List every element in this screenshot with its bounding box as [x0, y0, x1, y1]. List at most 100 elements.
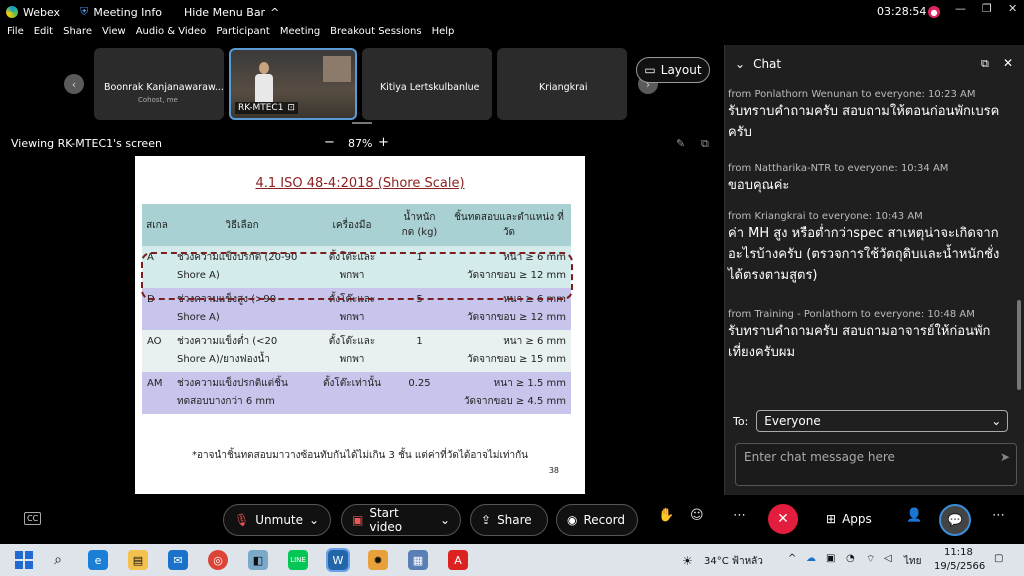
record-button[interactable]: ◉ Record	[556, 504, 638, 536]
meeting-info-label: Meeting Info	[93, 5, 162, 19]
line-icon[interactable]: LINE	[288, 550, 308, 570]
record-icon: ◉	[567, 513, 578, 527]
cell-scale: AO	[142, 330, 172, 372]
participant-role: Cohost, me	[138, 96, 178, 104]
apps-button[interactable]: ⊞ Apps	[826, 512, 872, 526]
video-off-icon: ▣	[352, 513, 364, 527]
close-window-icon[interactable]: ✕	[1008, 2, 1017, 15]
chevron-down-icon[interactable]: ⌄	[735, 57, 745, 71]
captions-icon[interactable]: CC	[24, 512, 42, 525]
acrobat-icon[interactable]: A	[448, 550, 468, 570]
video-background	[323, 56, 351, 82]
cell-specimen: หนา ≥ 1.5 mm วัดจากขอบ ≥ 4.5 mm	[447, 372, 571, 414]
zoom-in-button[interactable]: +	[378, 135, 389, 150]
shield-icon: ⛨	[80, 5, 89, 18]
popout-chat-icon[interactable]: ⧉	[981, 57, 989, 71]
strip-resize-handle[interactable]	[352, 122, 372, 124]
participant-tile-kriangkrai[interactable]: Kriangkrai	[497, 48, 627, 120]
language-indicator[interactable]: ไทย	[904, 554, 921, 569]
unmute-label: Unmute	[255, 513, 304, 527]
chat-title: Chat	[753, 57, 782, 71]
raise-hand-icon[interactable]: ✋	[658, 508, 674, 523]
weather-text[interactable]: 34°C ฟ้าหลัว	[704, 554, 763, 569]
onedrive-icon[interactable]: ☁	[806, 553, 816, 564]
chat-icon: 💬	[947, 513, 963, 527]
participants-icon[interactable]: 👤	[906, 508, 922, 523]
participant-name: Kriangkrai	[539, 82, 588, 93]
meeting-info-button[interactable]: ⛨ Meeting Info	[80, 5, 162, 19]
webex-taskbar-icon[interactable]: W	[326, 548, 350, 572]
clock-date[interactable]: 19/5/2566	[934, 561, 985, 572]
slide-footnote: *อาจนำชิ้นทดสอบมาวางซ้อนทับกันได้ไม่เกิน…	[192, 450, 528, 461]
participant-tile-boonrak[interactable]: Boonrak Kanjanawaraw... Cohost, me	[94, 48, 224, 120]
calculator-icon[interactable]: ▦	[408, 550, 428, 570]
chevron-up-icon[interactable]: ^	[788, 553, 796, 564]
unmute-button[interactable]: 🎙 Unmute ⌄	[223, 504, 331, 536]
apps-icon: ⊞	[826, 512, 837, 526]
annotate-icon[interactable]: ✎	[676, 137, 685, 150]
specimen-edge: วัดจากขอบ ≥ 4.5 mm	[463, 396, 566, 407]
menu-audio-video[interactable]: Audio & Video	[136, 26, 207, 44]
chat-scrollbar[interactable]	[1017, 300, 1021, 390]
webex-app[interactable]: Webex	[6, 6, 60, 19]
clock-time[interactable]: 11:18	[944, 547, 973, 558]
tray-icon[interactable]: ▣	[826, 553, 835, 564]
wifi-icon[interactable]: ⌔	[866, 553, 875, 566]
chrome-icon[interactable]: ◎	[208, 550, 228, 570]
reactions-icon[interactable]: ☺	[690, 508, 704, 523]
windows-start-icon[interactable]	[14, 550, 34, 570]
weather-icon[interactable]: ☀	[682, 554, 693, 568]
apps-label: Apps	[842, 512, 872, 526]
close-chat-icon[interactable]: ✕	[1003, 56, 1013, 70]
menu-share[interactable]: Share	[63, 26, 92, 44]
recipient-row: To: Everyone ⌄	[733, 410, 1009, 432]
leave-meeting-button[interactable]: ✕	[768, 504, 798, 534]
menu-breakout[interactable]: Breakout Sessions	[330, 26, 421, 44]
header-instrument: เครื่องมือ	[312, 204, 392, 246]
notifications-icon[interactable]: ▢	[994, 553, 1003, 564]
network-icon[interactable]: ◔	[846, 553, 855, 564]
title-bar: Webex ⛨ Meeting Info Hide Menu Bar ^ 03:…	[0, 0, 1024, 24]
participant-tile-rk-mtec1[interactable]: RK-MTEC1 ⊡	[229, 48, 357, 120]
send-icon[interactable]: ➤	[1000, 450, 1010, 464]
hide-menu-bar-button[interactable]: Hide Menu Bar ^	[184, 6, 279, 19]
volume-icon[interactable]: ◁	[884, 553, 892, 564]
app-icon-2[interactable]: ✹	[368, 550, 388, 570]
chat-toggle-button[interactable]: 💬	[939, 504, 971, 536]
recipient-select[interactable]: Everyone ⌄	[756, 410, 1009, 432]
search-icon[interactable]: ⌕	[48, 550, 68, 570]
header-specimen: ชิ้นทดสอบและตำแหน่ง ที่วัด	[447, 204, 571, 246]
menu-view[interactable]: View	[102, 26, 126, 44]
more-options-icon[interactable]: ⋯	[733, 508, 746, 523]
specimen-thickness: หนา ≥ 1.5 mm	[493, 378, 566, 389]
mail-icon[interactable]: ✉	[168, 550, 188, 570]
menu-file[interactable]: File	[7, 26, 24, 44]
screen-share-icon: ⊡	[287, 103, 295, 113]
viewing-label: Viewing RK-MTEC1's screen	[11, 137, 162, 150]
minimize-icon[interactable]: —	[955, 2, 966, 15]
shared-screen-slide: 4.1 ISO 48-4:2018 (Shore Scale) สเกล วิธ…	[135, 156, 585, 494]
file-explorer-icon[interactable]: ▤	[128, 550, 148, 570]
chevron-left-icon[interactable]: ‹	[64, 74, 84, 94]
app-icon[interactable]: ◧	[248, 550, 268, 570]
popout-icon[interactable]: ⧉	[701, 137, 709, 151]
edge-icon[interactable]: e	[88, 550, 108, 570]
zoom-out-button[interactable]: −	[324, 135, 335, 150]
meeting-timer: 03:28:54	[877, 5, 927, 18]
participant-tile-kitiya[interactable]: Kitiya Lertskulbanlue	[362, 48, 492, 120]
menu-edit[interactable]: Edit	[34, 26, 53, 44]
menu-help[interactable]: Help	[432, 26, 455, 44]
menu-participant[interactable]: Participant	[216, 26, 270, 44]
start-video-button[interactable]: ▣ Start video ⌄	[341, 504, 461, 536]
participant-strip: ‹ Boonrak Kanjanawaraw... Cohost, me RK-…	[0, 44, 724, 124]
more-icon[interactable]: ⋯	[992, 508, 1005, 523]
webex-logo-icon	[6, 6, 18, 18]
layout-button[interactable]: ▭ Layout	[636, 57, 710, 83]
share-button[interactable]: ⇪ Share	[470, 504, 548, 536]
chat-message-meta: from Kriangkrai to everyone: 10:43 AM	[728, 211, 923, 222]
chat-panel: ⌄ Chat ⧉ ✕ from Ponlathorn Wenunan to ev…	[724, 45, 1024, 495]
chat-message: from Nattharika-NTR to everyone: 10:34 A…	[728, 163, 1000, 197]
restore-icon[interactable]: ❐	[982, 2, 992, 15]
chat-message-input[interactable]: Enter chat message here ➤	[735, 443, 1017, 486]
menu-meeting[interactable]: Meeting	[280, 26, 320, 44]
